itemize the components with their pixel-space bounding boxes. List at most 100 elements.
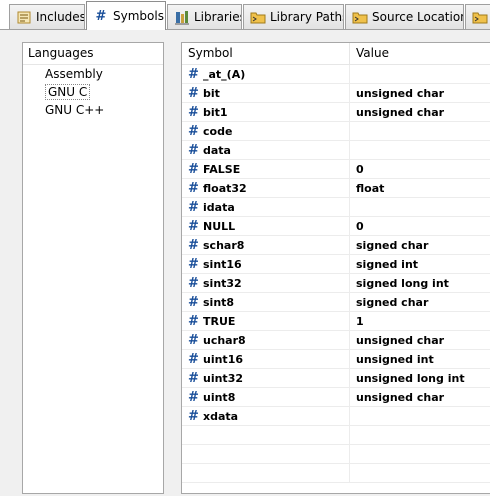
symbol-cell: # float32 xyxy=(182,179,350,197)
hash-icon: # xyxy=(188,332,199,348)
symbol-cell: # sint8 xyxy=(182,293,350,311)
language-item-gnu-cpp[interactable]: GNU C++ xyxy=(23,101,163,119)
tab-includes-label: Includes xyxy=(36,10,85,24)
languages-list[interactable]: Languages Assembly GNU C GNU C++ xyxy=(22,42,164,494)
symbol-cell: # uint8 xyxy=(182,388,350,406)
value-cell: unsigned int xyxy=(356,352,434,366)
includes-icon xyxy=(16,9,32,25)
symbol-name: xdata xyxy=(203,409,239,423)
tab-source-location[interactable]: Source Location xyxy=(345,4,464,29)
libraries-icon xyxy=(174,9,190,25)
table-row[interactable]: # data xyxy=(182,141,490,160)
hash-icon: # xyxy=(188,199,199,215)
table-row[interactable]: # uint32 unsigned long int xyxy=(182,369,490,388)
folder-icon xyxy=(472,9,488,25)
hash-icon: # xyxy=(188,370,199,386)
tab-bar: Includes # Symbols Libraries Library Pat… xyxy=(0,0,490,30)
hash-icon: # xyxy=(188,408,199,424)
hash-icon: # xyxy=(188,275,199,291)
value-cell xyxy=(350,141,490,159)
tab-libraries[interactable]: Libraries xyxy=(167,4,242,29)
symbol-name: bit xyxy=(203,86,220,100)
symbol-cell: # sint16 xyxy=(182,255,350,273)
table-row[interactable]: # uint8 unsigned char xyxy=(182,388,490,407)
value-cell: unsigned char xyxy=(356,86,445,100)
empty-cell xyxy=(350,445,490,463)
hash-icon: # xyxy=(188,180,199,196)
value-cell: float xyxy=(356,181,385,195)
symbol-cell: # FALSE xyxy=(182,160,350,178)
table-row[interactable]: # _at_(A) xyxy=(182,65,490,84)
table-row[interactable]: # float32 float xyxy=(182,179,490,198)
table-row[interactable]: # code xyxy=(182,122,490,141)
value-cell: unsigned long int xyxy=(356,371,465,385)
value-cell xyxy=(350,198,490,216)
hash-icon: # xyxy=(188,123,199,139)
symbol-name: bit1 xyxy=(203,105,228,119)
table-body: # _at_(A) # bit unsigned char # bit1 unsigned c… xyxy=(182,65,490,483)
table-row[interactable]: # sint8 signed char xyxy=(182,293,490,312)
value-cell: unsigned char xyxy=(356,105,445,119)
table-row[interactable]: # NULL 0 xyxy=(182,217,490,236)
value-cell: unsigned char xyxy=(356,333,445,347)
table-row[interactable]: # schar8 signed char xyxy=(182,236,490,255)
symbols-table[interactable]: Symbol Value # _at_(A) # bit unsigned char # b… xyxy=(181,42,490,494)
language-item-gnu-c[interactable]: GNU C xyxy=(23,83,163,101)
hash-icon: # xyxy=(188,218,199,234)
value-cell: unsigned char xyxy=(356,390,445,404)
value-cell xyxy=(350,122,490,140)
table-row[interactable]: # sint16 signed int xyxy=(182,255,490,274)
hash-icon: # xyxy=(95,8,107,24)
empty-cell xyxy=(350,464,490,482)
symbol-cell: # uint32 xyxy=(182,369,350,387)
value-cell: signed int xyxy=(356,257,419,271)
table-row[interactable]: # sint32 signed long int xyxy=(182,274,490,293)
hash-icon: # xyxy=(188,85,199,101)
symbol-name: idata xyxy=(203,200,235,214)
language-item-assembly[interactable]: Assembly xyxy=(23,65,163,83)
value-cell: signed char xyxy=(356,295,429,309)
languages-header: Languages xyxy=(23,43,163,65)
table-row[interactable]: # FALSE 0 xyxy=(182,160,490,179)
symbol-name: sint16 xyxy=(203,257,242,271)
hash-icon: # xyxy=(188,66,199,82)
column-header-symbol[interactable]: Symbol xyxy=(182,43,350,64)
hash-icon: # xyxy=(188,256,199,272)
table-row[interactable]: # uint16 unsigned int xyxy=(182,350,490,369)
tab-libraries-label: Libraries xyxy=(194,10,242,24)
symbol-cell: # uint16 xyxy=(182,350,350,368)
hash-icon: # xyxy=(188,313,199,329)
symbol-cell: # idata xyxy=(182,198,350,216)
tab-includes[interactable]: Includes xyxy=(9,4,85,29)
symbol-name: TRUE xyxy=(203,314,236,328)
empty-cell xyxy=(182,426,350,444)
table-row[interactable]: # bit1 unsigned char xyxy=(182,103,490,122)
table-row[interactable]: # xdata xyxy=(182,407,490,426)
symbol-name: data xyxy=(203,143,231,157)
symbol-name: uchar8 xyxy=(203,333,246,347)
value-cell xyxy=(350,65,490,83)
symbol-name: sint8 xyxy=(203,295,235,309)
table-row[interactable]: # TRUE 1 xyxy=(182,312,490,331)
empty-cell xyxy=(182,464,350,482)
value-cell: 0 xyxy=(356,162,364,176)
empty-table-row xyxy=(182,464,490,483)
symbol-cell: # schar8 xyxy=(182,236,350,254)
column-header-value[interactable]: Value xyxy=(350,43,490,64)
value-cell: 1 xyxy=(356,314,364,328)
tab-overflow[interactable] xyxy=(465,4,490,29)
symbol-cell: # bit xyxy=(182,84,350,102)
tab-library-paths-label: Library Paths xyxy=(270,10,344,24)
symbol-cell: # NULL xyxy=(182,217,350,235)
symbol-cell: # bit1 xyxy=(182,103,350,121)
table-row[interactable]: # idata xyxy=(182,198,490,217)
empty-cell xyxy=(182,445,350,463)
tab-symbols[interactable]: # Symbols xyxy=(86,1,166,30)
value-cell xyxy=(350,407,490,425)
folder-icon xyxy=(352,9,368,25)
table-row[interactable]: # bit unsigned char xyxy=(182,84,490,103)
tab-library-paths[interactable]: Library Paths xyxy=(243,4,344,29)
symbol-name: uint32 xyxy=(203,371,243,385)
table-row[interactable]: # uchar8 unsigned char xyxy=(182,331,490,350)
hash-icon: # xyxy=(188,104,199,120)
